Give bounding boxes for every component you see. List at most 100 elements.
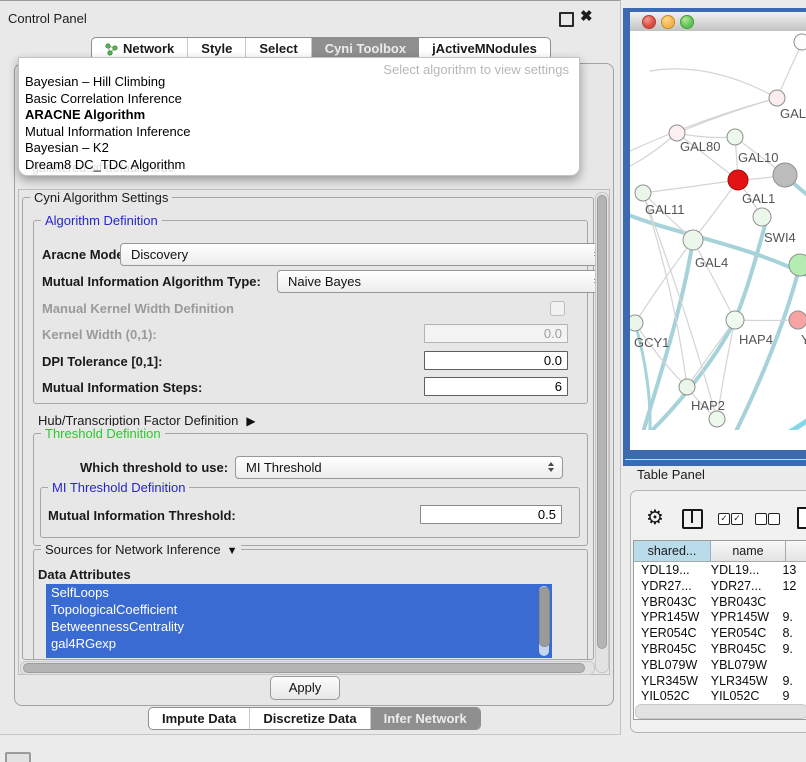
settings-vscrollbar-thumb[interactable] — [597, 195, 607, 649]
network-node[interactable] — [789, 254, 806, 276]
list-scrollbar[interactable] — [539, 586, 549, 656]
network-node[interactable] — [709, 411, 725, 427]
table-cell[interactable]: YLR345W — [634, 674, 706, 690]
dpi-tolerance-input[interactable] — [424, 351, 568, 370]
column-header-a[interactable]: A — [786, 541, 806, 562]
table-cell[interactable]: 9. — [775, 610, 806, 626]
table-cell[interactable]: 13 — [775, 563, 806, 579]
table-cell[interactable]: YDL19... — [706, 563, 776, 579]
list-scrollbar-thumb[interactable] — [539, 587, 550, 647]
column-header-shared[interactable]: shared... — [634, 541, 711, 562]
table-row[interactable]: YBL079WYBL079W — [634, 658, 806, 674]
table-row[interactable]: YDR27...YDR27...12 — [634, 579, 806, 595]
aracne-mode-select[interactable]: Discovery — [120, 243, 609, 266]
document-icon[interactable] — [797, 507, 806, 529]
network-node-gal[interactable] — [769, 90, 785, 106]
network-canvas[interactable]: GALGAL80GAL10GAL1GAL11SWI4GAL4GCY1HAP4YH… — [630, 31, 806, 430]
unchecked-checkbox-icon[interactable] — [755, 513, 767, 525]
tab-infer-network[interactable]: Infer Network — [371, 708, 480, 729]
settings-hscrollbar-thumb[interactable] — [23, 663, 585, 673]
apply-button[interactable]: Apply — [270, 676, 340, 700]
table-row[interactable]: YLR345WYLR345W9. — [634, 674, 806, 690]
tab-impute-data[interactable]: Impute Data — [149, 708, 250, 729]
background-ghost-text: galfiltered.sif default node — [32, 161, 174, 175]
table-cell[interactable]: 12 — [775, 579, 806, 595]
unchecked-checkbox-icon[interactable] — [768, 513, 780, 525]
table-row[interactable]: YBR045CYBR045C9. — [634, 642, 806, 658]
minimized-panel-icon[interactable] — [5, 752, 31, 762]
table-cell[interactable]: YBR045C — [634, 642, 706, 658]
table-cell[interactable]: YBR043C — [634, 595, 706, 611]
which-threshold-select[interactable]: MI Threshold — [235, 456, 563, 479]
mac-minimize-icon[interactable] — [661, 15, 675, 29]
column-header-name[interactable]: name — [711, 541, 786, 562]
expand-right-icon[interactable]: ▶ — [246, 414, 255, 428]
network-node-hap2[interactable] — [679, 379, 695, 395]
node-label-gal80: GAL80 — [680, 139, 720, 154]
table-row[interactable]: YIL052CYIL052C9 — [634, 689, 806, 705]
table-cell[interactable]: YDR27... — [706, 579, 776, 595]
collapse-down-icon[interactable]: ▼ — [227, 545, 238, 557]
table-cell[interactable]: YER054C — [706, 626, 776, 642]
mi-algorithm-type-label: Mutual Information Algorithm Type: — [42, 274, 261, 289]
table-cell[interactable]: 9 — [775, 689, 806, 705]
mi-steps-input[interactable] — [424, 377, 568, 396]
network-node-gal10[interactable] — [727, 129, 743, 145]
table-cell[interactable]: 9. — [775, 642, 806, 658]
table-cell[interactable]: 9. — [775, 674, 806, 690]
table-row[interactable]: YER054CYER054C8. — [634, 626, 806, 642]
table-cell[interactable]: YIL052C — [706, 689, 776, 705]
network-window-titlebar[interactable] — [630, 12, 806, 32]
attribute-item-topologicalcoefficient[interactable]: TopologicalCoefficient — [46, 601, 552, 618]
network-node-gal4[interactable] — [683, 230, 703, 250]
attribute-item-gal4rgexp[interactable]: gal4RGexp — [46, 635, 552, 652]
network-node-y[interactable] — [789, 311, 806, 329]
table-cell[interactable]: YPR145W — [634, 610, 706, 626]
mi-threshold-input[interactable] — [420, 505, 562, 524]
table-cell[interactable]: YDR27... — [634, 579, 706, 595]
table-cell[interactable]: YER054C — [634, 626, 706, 642]
tab-discretize-data[interactable]: Discretize Data — [250, 708, 370, 729]
table-cell[interactable]: YPR145W — [706, 610, 776, 626]
settings-vscrollbar[interactable] — [595, 192, 609, 673]
gear-icon[interactable]: ⚙ — [646, 505, 664, 530]
table-cell[interactable]: YIL052C — [634, 689, 706, 705]
table-cell[interactable]: YBL079W — [706, 658, 776, 674]
table-cell[interactable]: YDL19... — [634, 563, 706, 579]
table-cell[interactable]: YLR345W — [706, 674, 776, 690]
table-cell[interactable]: YBR045C — [706, 642, 776, 658]
network-node-gcy1[interactable] — [630, 315, 643, 331]
data-attributes-list[interactable]: SelfLoopsTopologicalCoefficientBetweenne… — [46, 584, 552, 658]
checked-checkbox-icon[interactable]: ✓ — [718, 513, 730, 525]
mac-zoom-icon[interactable] — [680, 15, 694, 29]
table-cell[interactable]: 8. — [775, 626, 806, 642]
table-hscrollbar[interactable] — [635, 704, 806, 719]
table-cell[interactable]: YBR043C — [706, 595, 776, 611]
table-row[interactable]: YBR043CYBR043C — [634, 595, 806, 611]
table-cell[interactable]: YBL079W — [634, 658, 706, 674]
table-row[interactable]: YPR145WYPR145W9. — [634, 610, 806, 626]
algorithm-option-aracne-algorithm[interactable]: ARACNE Algorithm — [23, 107, 575, 124]
float-window-icon[interactable] — [559, 12, 574, 27]
mac-close-icon[interactable] — [642, 15, 656, 29]
network-node-hap4[interactable] — [726, 311, 744, 329]
network-node[interactable] — [773, 163, 797, 187]
mi-algorithm-type-select[interactable]: Naive Bayes — [277, 270, 609, 293]
algorithm-option-bayesian-k2[interactable]: Bayesian – K2 — [23, 140, 575, 157]
network-node-gal11[interactable] — [635, 185, 651, 201]
algorithm-option-mutual-information-inference[interactable]: Mutual Information Inference — [23, 124, 575, 141]
network-node-swi4[interactable] — [753, 208, 771, 226]
checked-checkbox-icon[interactable]: ✓ — [731, 513, 743, 525]
table-row[interactable]: YDL19...YDL19...13 — [634, 563, 806, 579]
settings-hscrollbar[interactable] — [20, 661, 595, 675]
network-node[interactable] — [794, 34, 806, 50]
table-cell[interactable] — [775, 595, 806, 611]
table-cell[interactable] — [775, 658, 806, 674]
columns-icon[interactable] — [682, 509, 703, 529]
attribute-item-betweennesscentrality[interactable]: BetweennessCentrality — [46, 618, 552, 635]
close-icon[interactable]: ✖ — [580, 7, 593, 25]
attribute-item-selfloops[interactable]: SelfLoops — [46, 584, 552, 601]
network-node-gal1[interactable] — [728, 170, 748, 190]
algorithm-option-basic-correlation-inference[interactable]: Basic Correlation Inference — [23, 91, 575, 108]
algorithm-option-bayesian-hill-climbing[interactable]: Bayesian – Hill Climbing — [23, 74, 575, 91]
